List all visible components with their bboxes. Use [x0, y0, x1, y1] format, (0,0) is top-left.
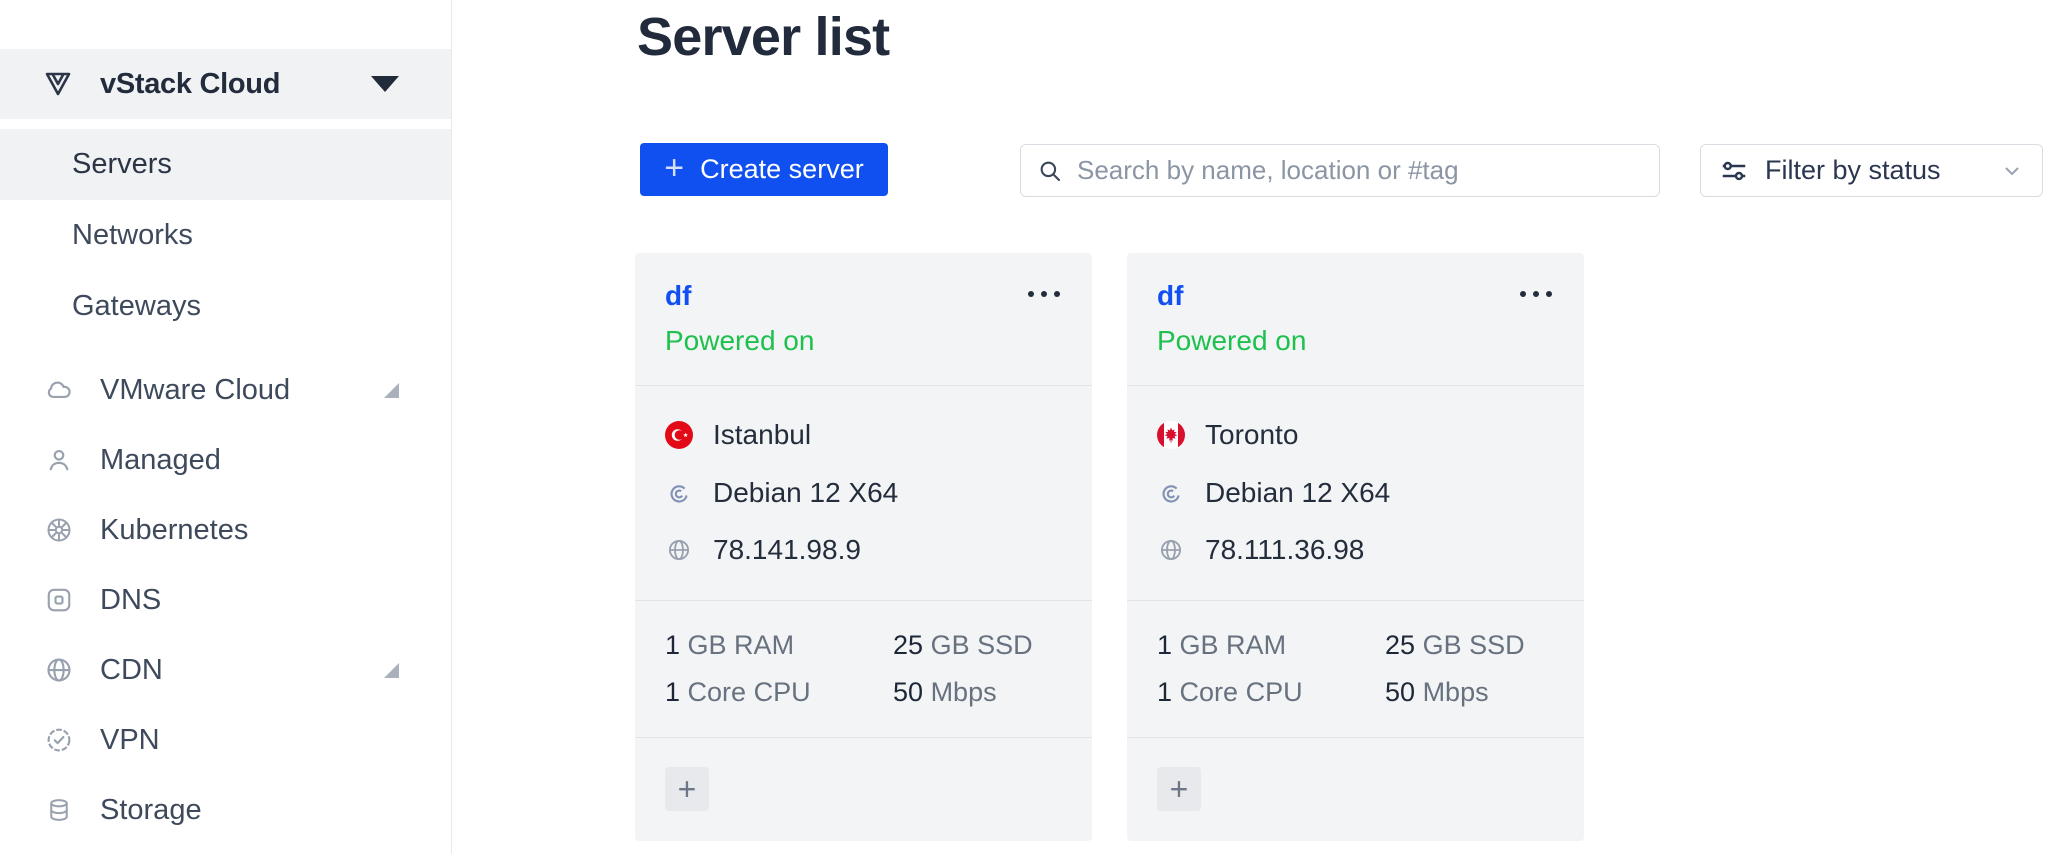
divider: [1127, 737, 1584, 738]
sidebar-item-networks[interactable]: Networks: [0, 200, 451, 271]
sidebar-item-label: Managed: [100, 444, 221, 477]
sidebar-item-label: DNS: [100, 584, 161, 617]
primary-nav: Servers Networks Gateways: [0, 129, 451, 342]
sidebar-item-storage[interactable]: Storage: [0, 775, 451, 845]
add-tag-button[interactable]: +: [1157, 767, 1201, 811]
spec-bandwidth: 50 Mbps: [893, 677, 997, 707]
sidebar-item-vmware-cloud[interactable]: VMware Cloud: [0, 355, 451, 425]
database-icon: [44, 795, 74, 825]
sidebar-item-label: Kubernetes: [100, 514, 248, 547]
ip-row: 78.141.98.9: [665, 536, 861, 564]
expand-corner-icon: [384, 663, 399, 678]
canada-flag-icon: [1157, 421, 1185, 449]
plus-icon: +: [664, 149, 684, 188]
server-name-link[interactable]: df: [665, 280, 691, 312]
sliders-icon: [1719, 156, 1749, 186]
search-icon: [1037, 158, 1063, 184]
server-card: df Powered on Istanbul: [635, 253, 1092, 841]
server-location: Toronto: [1205, 419, 1298, 451]
sidebar-item-label: Storage: [100, 794, 202, 827]
sidebar-item-kubernetes[interactable]: Kubernetes: [0, 495, 451, 565]
server-ip: 78.111.36.98: [1205, 534, 1364, 566]
server-os: Debian 12 X64: [1205, 477, 1390, 509]
expand-corner-icon: [384, 383, 399, 398]
sidebar-item-cdn[interactable]: CDN: [0, 635, 451, 705]
server-os: Debian 12 X64: [713, 477, 898, 509]
server-name-link[interactable]: df: [1157, 280, 1183, 312]
server-status: Powered on: [665, 325, 814, 357]
sidebar-item-label: Gateways: [72, 290, 201, 323]
sidebar-item-dns[interactable]: DNS: [0, 565, 451, 635]
spec-cpu: 1 Core CPU: [1157, 677, 1303, 707]
add-tag-button[interactable]: +: [665, 767, 709, 811]
sidebar-item-managed[interactable]: Managed: [0, 425, 451, 495]
divider: [635, 737, 1092, 738]
os-row: Debian 12 X64: [1157, 479, 1390, 507]
spec-ssd: 25 GB SSD: [893, 630, 1033, 660]
spec-ram: 1 GB RAM: [665, 630, 794, 660]
debian-icon: [1157, 479, 1185, 507]
filter-status-select[interactable]: Filter by status: [1700, 144, 2043, 197]
plus-icon: +: [678, 773, 697, 805]
divider: [635, 385, 1092, 386]
os-row: Debian 12 X64: [665, 479, 898, 507]
caret-down-icon: [371, 76, 399, 92]
divider: [1127, 385, 1584, 386]
spec-ssd: 25 GB SSD: [1385, 630, 1525, 660]
location-row: Istanbul: [665, 421, 811, 449]
sidebar: vStack Cloud Servers Networks Gateways V…: [0, 0, 452, 854]
sidebar-item-label: CDN: [100, 654, 163, 687]
server-status: Powered on: [1157, 325, 1306, 357]
location-row: Toronto: [1157, 421, 1298, 449]
plus-icon: +: [1170, 773, 1189, 805]
cloud-icon: [44, 375, 74, 405]
debian-icon: [665, 479, 693, 507]
turkey-flag-icon: [665, 421, 693, 449]
sidebar-item-servers[interactable]: Servers: [0, 129, 451, 200]
server-ip: 78.141.98.9: [713, 534, 861, 566]
dns-icon: [44, 585, 74, 615]
kubernetes-wheel-icon: [44, 515, 74, 545]
sidebar-item-label: VMware Cloud: [100, 374, 290, 407]
divider: [635, 600, 1092, 601]
server-menu-button[interactable]: [1518, 283, 1554, 305]
sidebar-item-gateways[interactable]: Gateways: [0, 271, 451, 342]
sidebar-item-label: Networks: [72, 219, 193, 252]
server-location: Istanbul: [713, 419, 811, 451]
sidebar-item-vpn[interactable]: VPN: [0, 705, 451, 775]
filter-label: Filter by status: [1765, 155, 2000, 186]
server-menu-button[interactable]: [1026, 283, 1062, 305]
brand-label: vStack Cloud: [100, 68, 280, 101]
secondary-nav: VMware Cloud Managed: [0, 355, 451, 845]
app-window: vStack Cloud Servers Networks Gateways V…: [0, 0, 2048, 854]
vstack-logo-icon: [44, 71, 72, 97]
search-box: [1020, 144, 1660, 197]
globe-icon: [44, 655, 74, 685]
globe-icon: [1157, 536, 1185, 564]
chevron-down-icon: [2000, 159, 2024, 183]
globe-icon: [665, 536, 693, 564]
create-server-button[interactable]: + Create server: [640, 143, 888, 196]
search-input[interactable]: [1077, 155, 1643, 186]
page-title: Server list: [637, 8, 889, 66]
brand-switcher[interactable]: vStack Cloud: [0, 49, 451, 119]
badge-check-icon: [44, 725, 74, 755]
server-card: df Powered on: [1127, 253, 1584, 841]
sidebar-item-label: VPN: [100, 724, 160, 757]
user-icon: [44, 445, 74, 475]
spec-cpu: 1 Core CPU: [665, 677, 811, 707]
divider: [1127, 600, 1584, 601]
spec-ram: 1 GB RAM: [1157, 630, 1286, 660]
ip-row: 78.111.36.98: [1157, 536, 1364, 564]
sidebar-item-label: Servers: [72, 148, 172, 181]
spec-bandwidth: 50 Mbps: [1385, 677, 1489, 707]
